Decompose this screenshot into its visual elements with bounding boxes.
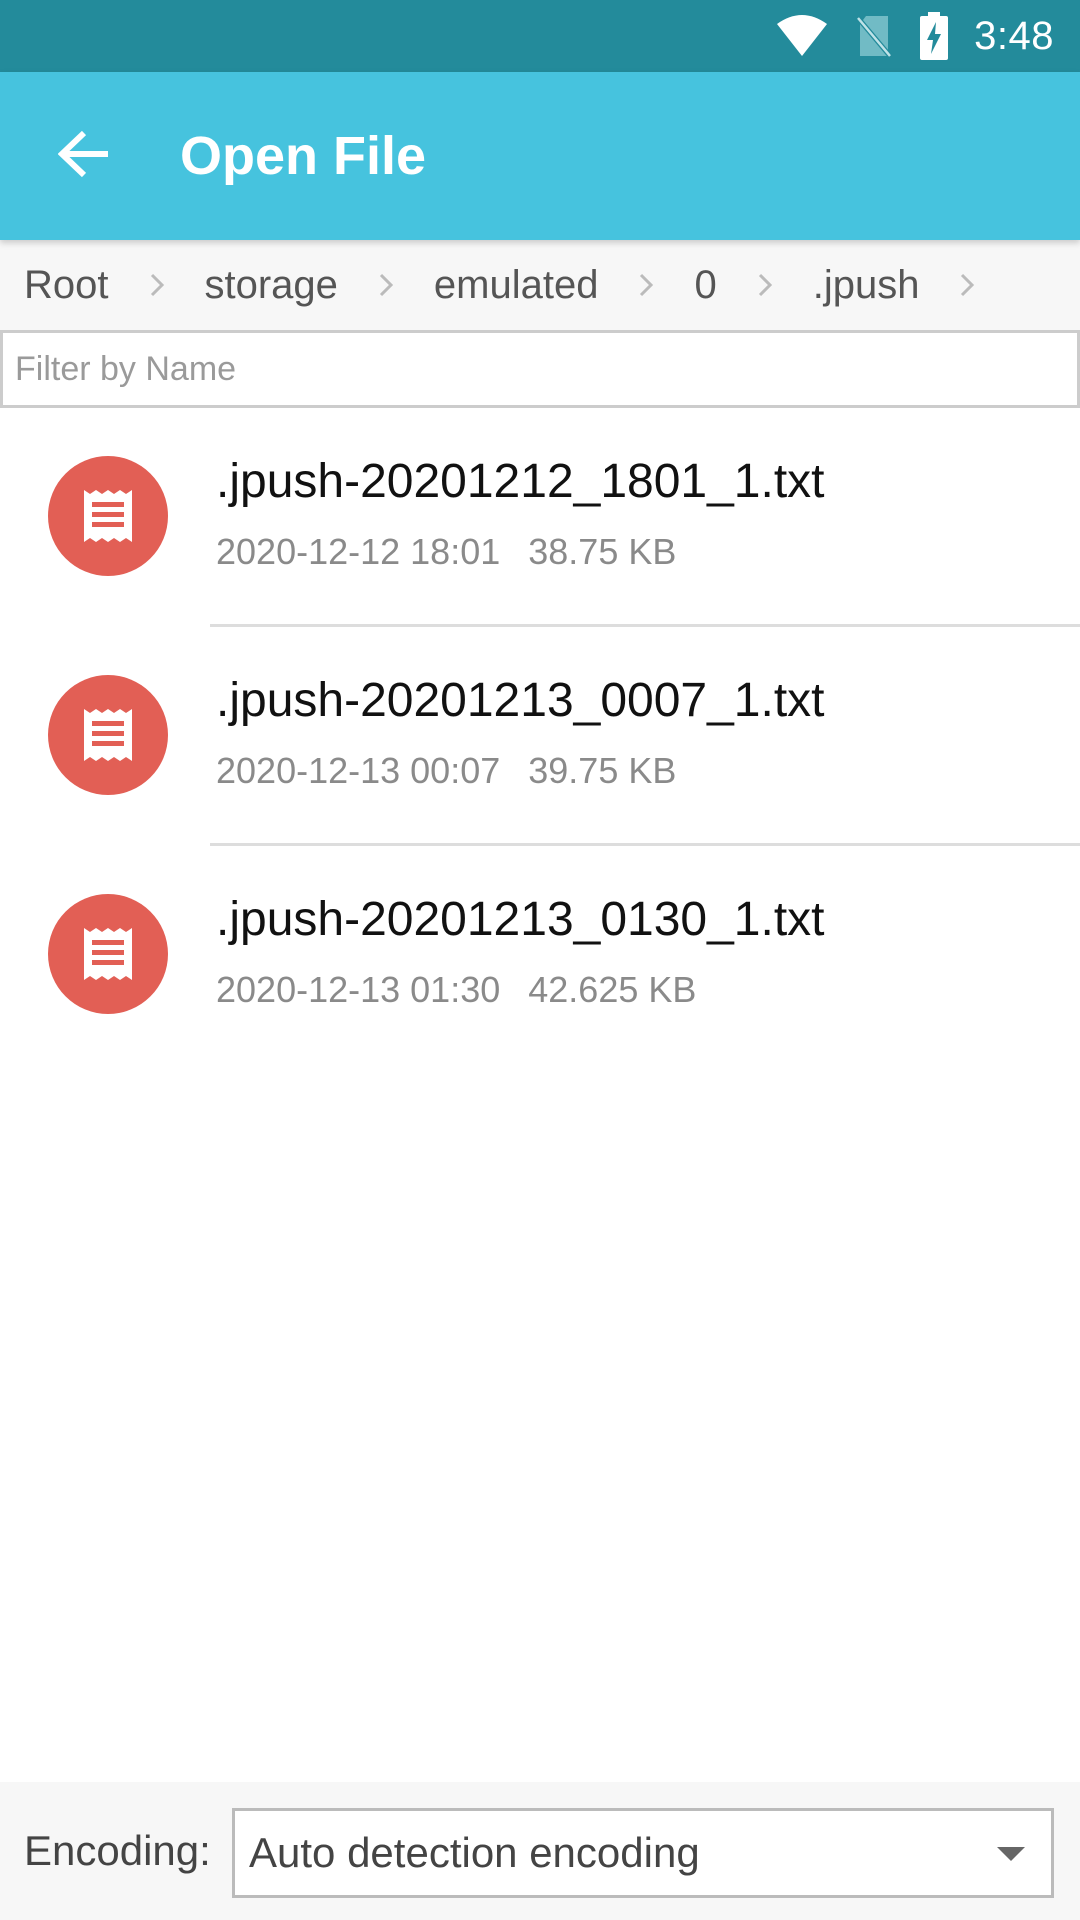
page-title: Open File bbox=[180, 126, 427, 186]
file-size: 38.75 KB bbox=[528, 531, 677, 572]
file-list: .jpush-20201212_1801_1.txt 2020-12-12 18… bbox=[0, 408, 1080, 1065]
file-name: .jpush-20201212_1801_1.txt bbox=[216, 455, 825, 508]
filter-input[interactable] bbox=[3, 333, 1077, 405]
encoding-selected-value: Auto detection encoding bbox=[249, 1829, 700, 1876]
list-item[interactable]: .jpush-20201213_0007_1.txt 2020-12-13 00… bbox=[0, 627, 1080, 846]
encoding-label: Encoding: bbox=[24, 1827, 211, 1874]
app-bar: Open File bbox=[0, 72, 1080, 240]
file-name: .jpush-20201213_0130_1.txt bbox=[216, 893, 825, 946]
breadcrumb-item-jpush[interactable]: .jpush bbox=[813, 263, 920, 308]
encoding-bar: Encoding: Auto detection encoding bbox=[0, 1782, 1080, 1920]
chevron-right-icon bbox=[598, 240, 694, 330]
text-file-icon bbox=[48, 675, 168, 795]
chevron-right-icon bbox=[338, 240, 434, 330]
file-name: .jpush-20201213_0007_1.txt bbox=[216, 674, 825, 727]
status-bar: 3:48 bbox=[0, 0, 1080, 72]
breadcrumb-item-0[interactable]: 0 bbox=[694, 263, 716, 308]
chevron-right-icon bbox=[109, 240, 205, 330]
back-button[interactable] bbox=[34, 106, 134, 206]
dropdown-arrow-icon bbox=[997, 1847, 1025, 1861]
encoding-select[interactable]: Auto detection encoding bbox=[232, 1808, 1054, 1898]
text-file-icon bbox=[48, 894, 168, 1014]
battery-charging-icon bbox=[920, 12, 949, 60]
breadcrumb: Root storage emulated 0 .jpush bbox=[0, 240, 1080, 330]
list-item[interactable]: .jpush-20201213_0130_1.txt 2020-12-13 01… bbox=[0, 846, 1080, 1065]
breadcrumb-item-root[interactable]: Root bbox=[24, 263, 109, 308]
file-date: 2020-12-13 01:30 bbox=[216, 969, 501, 1010]
file-date: 2020-12-12 18:01 bbox=[216, 531, 501, 572]
text-file-icon bbox=[48, 456, 168, 576]
list-item[interactable]: .jpush-20201212_1801_1.txt 2020-12-12 18… bbox=[0, 408, 1080, 627]
chevron-right-icon bbox=[919, 240, 1015, 330]
file-size: 39.75 KB bbox=[528, 750, 677, 791]
breadcrumb-item-emulated[interactable]: emulated bbox=[434, 263, 599, 308]
file-size: 42.625 KB bbox=[528, 969, 697, 1010]
file-date: 2020-12-13 00:07 bbox=[216, 750, 501, 791]
status-time: 3:48 bbox=[974, 13, 1054, 58]
chevron-right-icon bbox=[717, 240, 813, 330]
breadcrumb-item-storage[interactable]: storage bbox=[205, 263, 338, 308]
no-sim-icon bbox=[856, 14, 893, 58]
wifi-icon bbox=[776, 14, 828, 58]
arrow-back-icon bbox=[57, 130, 110, 183]
filter-field bbox=[0, 330, 1080, 408]
